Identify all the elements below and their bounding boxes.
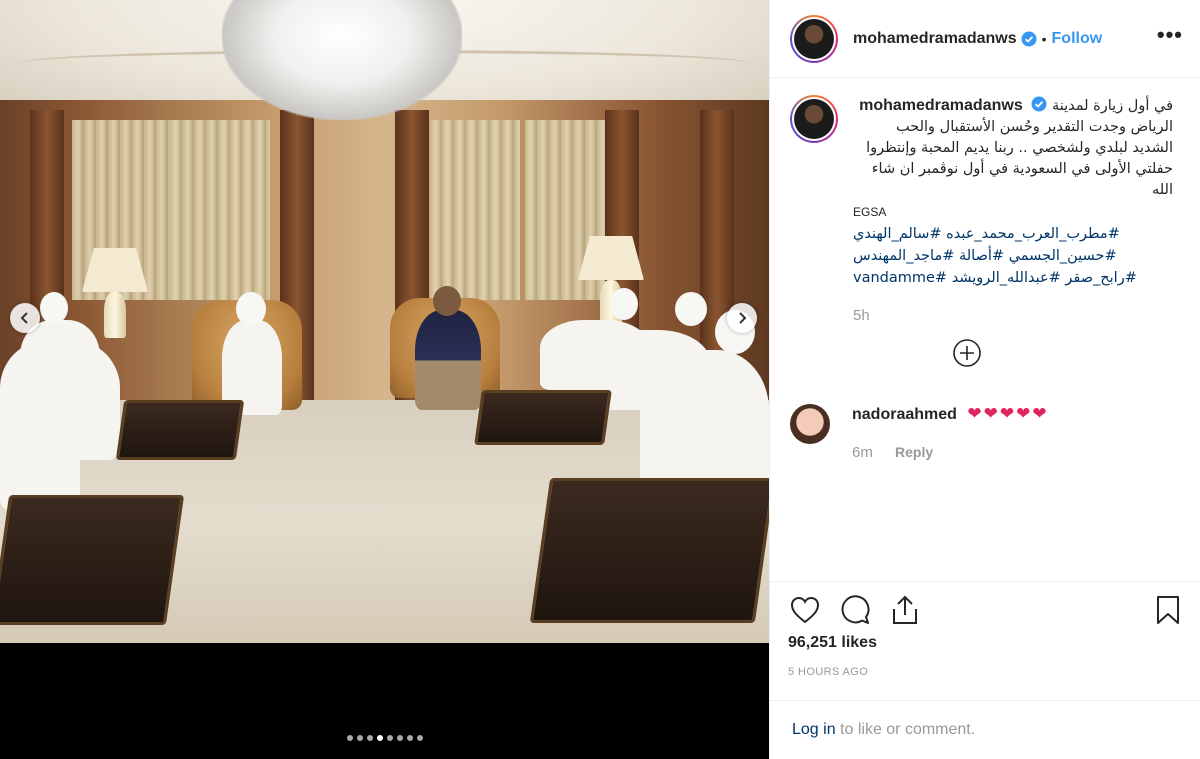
carousel-dot bbox=[396, 735, 403, 741]
hashtag-link[interactable]: #سالم_الهندي bbox=[853, 226, 942, 242]
post-timestamp: 5 HOURS AGO bbox=[788, 666, 869, 678]
save-button[interactable] bbox=[1151, 593, 1185, 627]
comment-button[interactable] bbox=[838, 593, 872, 627]
like-button[interactable] bbox=[788, 593, 822, 627]
comment-text: ❤❤❤❤❤ bbox=[967, 404, 1049, 423]
hashtag-link[interactable]: #مطرب_العرب_محمد_عبده bbox=[946, 226, 1120, 242]
caption-avatar[interactable] bbox=[790, 95, 838, 143]
carousel-next-button[interactable] bbox=[727, 303, 757, 333]
caption: mohamedramadanws في أول زيارة لمدينة الر… bbox=[790, 95, 1183, 326]
load-more-icon[interactable] bbox=[952, 338, 982, 368]
caption-username[interactable]: mohamedramadanws bbox=[859, 97, 1023, 114]
share-button[interactable] bbox=[888, 593, 922, 627]
hashtag-link[interactable]: #رابح_صقر bbox=[1065, 270, 1136, 286]
heart-icon bbox=[790, 596, 820, 624]
hashtag-link[interactable]: #عبدالله_الرويشد bbox=[952, 270, 1061, 286]
login-link[interactable]: Log in bbox=[792, 721, 836, 738]
hashtag-link[interactable]: #ماجد_المهندس bbox=[853, 248, 954, 264]
chevron-right-icon bbox=[739, 312, 747, 324]
chevron-left-icon bbox=[20, 312, 28, 324]
carousel-prev-button[interactable] bbox=[10, 303, 40, 333]
author-avatar[interactable] bbox=[790, 14, 838, 63]
verified-badge-icon bbox=[1031, 96, 1047, 112]
more-icon[interactable]: ••• bbox=[1157, 24, 1183, 46]
carousel-dot bbox=[406, 735, 413, 741]
separator-bullet: • bbox=[1041, 30, 1047, 47]
follow-button[interactable]: Follow bbox=[1052, 30, 1103, 48]
commenter-avatar[interactable] bbox=[790, 404, 830, 444]
post-media bbox=[0, 0, 769, 759]
carousel-dot bbox=[386, 735, 393, 741]
comment-icon bbox=[841, 595, 870, 624]
author-username[interactable]: mohamedramadanws bbox=[853, 30, 1017, 48]
caption-latin: EGSA bbox=[853, 205, 887, 219]
commenter-username[interactable]: nadoraahmed bbox=[852, 406, 957, 423]
post-side-panel: mohamedramadanws • Follow ••• mohamedram… bbox=[769, 0, 1200, 759]
hashtags: #مطرب_العرب_محمد_عبده #سالم_الهندي #حسين… bbox=[853, 223, 1173, 289]
login-rest: to like or comment. bbox=[835, 721, 976, 738]
hashtag-link[interactable]: #أصالة bbox=[959, 248, 1004, 264]
comment-time: 6m bbox=[852, 444, 873, 461]
login-prompt: Log in to like or comment. bbox=[770, 700, 1200, 759]
post-photo bbox=[0, 0, 769, 643]
comments-section: mohamedramadanws في أول زيارة لمدينة الر… bbox=[770, 79, 1200, 579]
carousel-dot bbox=[346, 735, 353, 741]
likes-count[interactable]: 96,251 likes bbox=[788, 634, 1185, 652]
caption-text: mohamedramadanws في أول زيارة لمدينة الر… bbox=[853, 95, 1173, 201]
bookmark-icon bbox=[1157, 596, 1179, 624]
hashtag-link[interactable]: #حسين_الجسمي bbox=[1009, 248, 1117, 264]
post-actions: 96,251 likes 5 HOURS AGO bbox=[770, 581, 1200, 678]
post-header: mohamedramadanws • Follow ••• bbox=[770, 0, 1200, 78]
carousel-dot bbox=[376, 735, 383, 741]
carousel-dots bbox=[0, 735, 769, 741]
caption-time: 5h bbox=[853, 307, 870, 324]
hashtag-link[interactable]: #vandamme bbox=[853, 270, 947, 286]
verified-badge-icon bbox=[1021, 31, 1037, 46]
comment-item: nadoraahmed ❤❤❤❤❤ 6m Reply bbox=[790, 404, 1183, 461]
carousel-dot bbox=[356, 735, 363, 741]
share-icon bbox=[893, 595, 917, 624]
reply-button[interactable]: Reply bbox=[895, 444, 933, 460]
carousel-dot bbox=[416, 735, 423, 741]
carousel-dot bbox=[366, 735, 373, 741]
